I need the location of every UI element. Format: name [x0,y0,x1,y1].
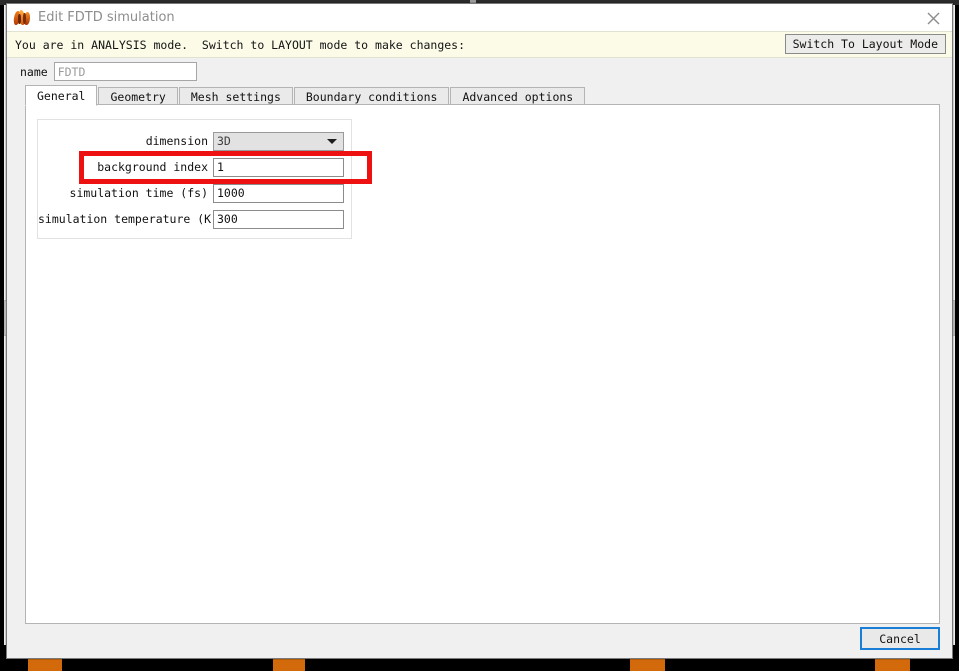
field-row-simulation-time: simulation time (fs) 1000 [38,182,344,204]
tab-general[interactable]: General [25,85,98,106]
simulation-temperature-input[interactable]: 300 [213,209,344,229]
background-index-label: background index [97,160,208,174]
mode-status-text: You are in ANALYSIS mode. Switch to LAYO… [15,37,466,52]
edit-fdtd-simulation-dialog: Edit FDTD simulation You are in ANALYSIS… [6,3,953,659]
simulation-time-label: simulation time (fs) [69,186,208,200]
dimension-label: dimension [145,134,208,148]
simulation-temperature-label: simulation temperature (K) [38,212,219,226]
chevron-down-icon [327,139,337,144]
field-row-background-index: background index 1 [38,156,344,178]
field-row-dimension: dimension 3D [38,130,344,152]
mode-status-bar: You are in ANALYSIS mode. Switch to LAYO… [7,31,952,58]
dialog-footer: Cancel [7,624,952,658]
tab-bar: General Geometry Mesh settings Boundary … [25,85,940,106]
dimension-select-value: 3D [217,134,231,148]
background-index-input[interactable]: 1 [213,157,344,177]
dimension-select[interactable]: 3D [213,131,344,151]
name-input[interactable]: FDTD [53,62,197,81]
general-tab-panel: dimension 3D background index 1 simulati… [25,104,940,624]
switch-to-layout-mode-button[interactable]: Switch To Layout Mode [784,34,946,54]
lumerical-flame-icon [13,8,31,27]
cancel-button[interactable]: Cancel [860,627,940,650]
window-title: Edit FDTD simulation [38,10,175,25]
background-right-edge [955,5,959,645]
general-settings-group: dimension 3D background index 1 simulati… [37,119,352,239]
dialog-titlebar: Edit FDTD simulation [7,4,952,31]
close-icon[interactable] [922,8,944,28]
simulation-time-input[interactable]: 1000 [213,183,344,203]
name-label: name [20,64,48,79]
field-row-simulation-temperature: simulation temperature (K) 300 [38,208,344,230]
name-field-row: name FDTD [7,58,952,85]
